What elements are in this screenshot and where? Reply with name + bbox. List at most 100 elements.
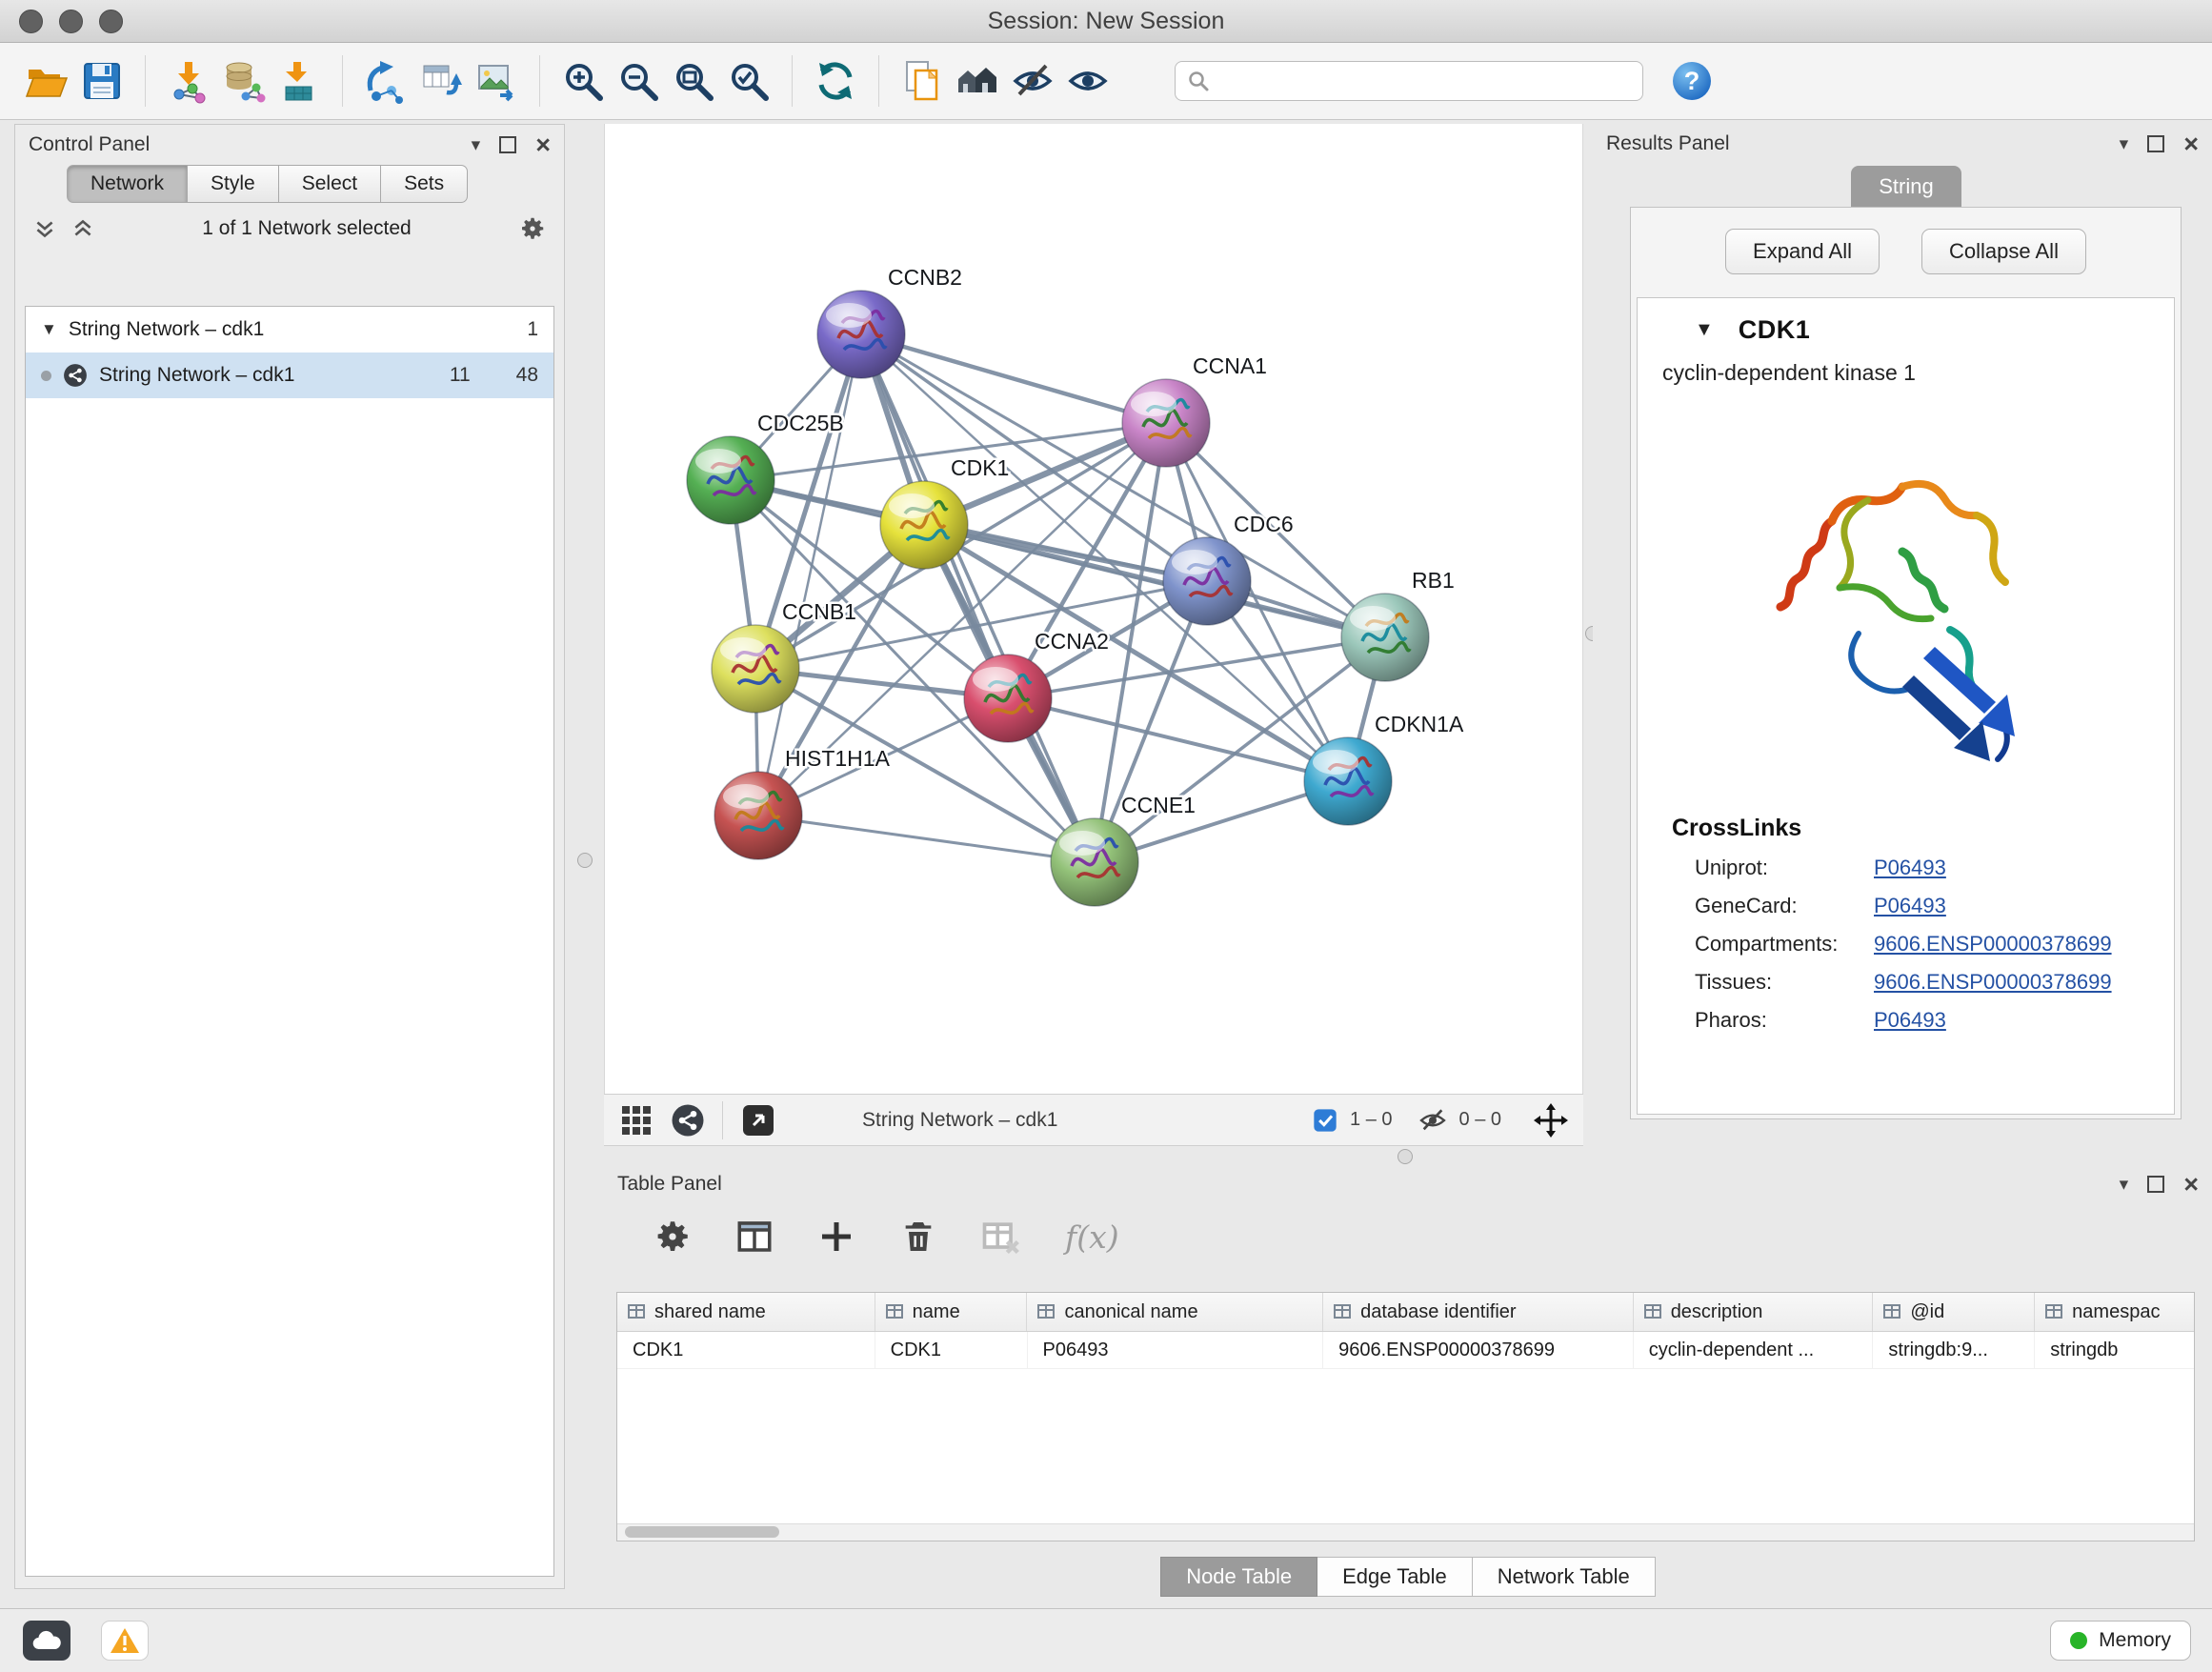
panel-close-icon[interactable]: × [535,132,551,158]
import-network-file-icon[interactable] [161,53,216,109]
import-table-icon[interactable] [271,53,327,109]
tab-network-table[interactable]: Network Table [1473,1557,1656,1597]
zoom-in-icon[interactable] [555,53,611,109]
network-node-CDKN1A[interactable] [1304,737,1392,825]
expand-all-icon[interactable] [70,216,95,241]
window-minimize-button[interactable] [59,10,83,33]
panel-menu-icon[interactable]: ▾ [472,136,481,154]
save-session-icon[interactable] [74,53,130,109]
network-share-icon[interactable] [671,1103,705,1138]
scrollbar-thumb[interactable] [625,1526,779,1538]
panel-menu-icon[interactable]: ▾ [2120,135,2129,153]
gene-name: CDK1 [1739,315,1811,345]
network-node-CDK1[interactable] [880,481,968,569]
node-label-CCNB2: CCNB2 [888,265,962,290]
panel-float-icon[interactable] [2147,1176,2164,1193]
table-settings-gear-icon[interactable] [650,1214,695,1259]
add-column-icon[interactable] [814,1214,859,1259]
search-input[interactable] [1217,70,1631,93]
grid-view-icon[interactable] [619,1103,654,1138]
network-node-CCNA2[interactable] [964,655,1052,742]
crosslink-link[interactable]: P06493 [1874,894,1946,918]
show-columns-icon[interactable] [732,1214,777,1259]
zoom-fit-icon[interactable] [666,53,721,109]
tab-select[interactable]: Select [279,165,381,203]
selected-checkbox-icon[interactable] [1312,1107,1338,1134]
horizontal-scrollbar[interactable] [617,1523,2194,1541]
search-box[interactable] [1175,61,1643,101]
gear-icon[interactable] [518,214,547,243]
column-header[interactable]: canonical name [1027,1293,1323,1331]
tab-style[interactable]: Style [188,165,279,203]
crosslink-link[interactable]: 9606.ENSP00000378699 [1874,932,2112,957]
panel-close-icon[interactable]: × [2183,1172,2199,1198]
open-session-icon[interactable] [19,53,74,109]
tree-expander-icon[interactable]: ▼ [41,320,57,339]
column-header[interactable]: namespac [2035,1293,2194,1331]
table-row[interactable]: CDK1 CDK1 P06493 9606.ENSP00000378699 cy… [617,1332,2194,1369]
network-node-RB1[interactable] [1341,594,1429,681]
column-header[interactable]: description [1634,1293,1874,1331]
column-header[interactable]: shared name [617,1293,875,1331]
export-image-icon[interactable] [469,53,524,109]
window-zoom-button[interactable] [99,10,123,33]
pan-crosshair-icon[interactable] [1534,1103,1568,1138]
cloud-button[interactable] [23,1621,70,1661]
control-panel: Control Panel ▾ × Network Style Select S… [14,124,565,1589]
node-table[interactable]: shared name name canonical name database… [616,1292,2195,1541]
warning-button[interactable] [101,1621,149,1661]
memory-label: Memory [2099,1629,2171,1652]
splitter-handle[interactable] [577,853,593,868]
tab-edge-table[interactable]: Edge Table [1317,1557,1473,1597]
network-node-CCNB2[interactable] [817,291,905,378]
network-canvas[interactable]: CCNB2CCNA1CDC25BCDK1CDC6RB1CCNB1CCNA2CDK… [604,124,1583,1094]
tab-string[interactable]: String [1851,166,1961,208]
open-in-window-icon[interactable] [740,1102,776,1138]
copy-icon[interactable] [895,53,950,109]
column-header[interactable]: @id [1873,1293,2035,1331]
tab-node-table[interactable]: Node Table [1160,1557,1317,1597]
hide-selected-icon[interactable] [1005,53,1060,109]
tab-network[interactable]: Network [67,165,188,203]
zoom-out-icon[interactable] [611,53,666,109]
node-label-CDC25B: CDC25B [757,411,844,435]
network-collection-row[interactable]: ▼ String Network – cdk1 1 [26,307,553,353]
panel-float-icon[interactable] [2147,135,2164,152]
network-row[interactable]: String Network – cdk1 11 48 [26,353,553,398]
window-close-button[interactable] [19,10,43,33]
panel-float-icon[interactable] [499,136,516,153]
refresh-icon[interactable] [808,53,863,109]
help-button[interactable]: ? [1664,53,1719,109]
crosslink-link[interactable]: P06493 [1874,856,1946,880]
gene-header-row[interactable]: ▼ CDK1 [1638,298,2174,345]
import-network-database-icon[interactable] [216,53,271,109]
delete-column-icon[interactable] [895,1214,941,1259]
network-node-CCNA1[interactable] [1122,379,1210,467]
show-all-icon[interactable] [1060,53,1116,109]
column-header[interactable]: database identifier [1323,1293,1634,1331]
expand-all-button[interactable]: Expand All [1725,229,1880,274]
hidden-eye-icon[interactable] [1418,1105,1448,1136]
clone-network-icon[interactable] [413,53,469,109]
network-node-CDC25B[interactable] [687,436,774,524]
network-node-CDC6[interactable] [1163,537,1251,625]
new-network-icon[interactable] [358,53,413,109]
crosslink-link[interactable]: P06493 [1874,1008,1946,1033]
network-node-CCNB1[interactable] [712,625,799,713]
crosslink-link[interactable]: 9606.ENSP00000378699 [1874,970,2112,995]
memory-button[interactable]: Memory [2050,1621,2191,1661]
tab-sets[interactable]: Sets [381,165,468,203]
network-graph[interactable]: CCNB2CCNA1CDC25BCDK1CDC6RB1CCNB1CCNA2CDK… [605,124,1582,1092]
collapse-all-icon[interactable] [32,216,57,241]
collapse-section-icon[interactable]: ▼ [1695,319,1714,341]
zoom-selected-icon[interactable] [721,53,776,109]
panel-close-icon[interactable]: × [2183,131,2199,157]
collapse-all-button[interactable]: Collapse All [1921,229,2086,274]
table-panel: Table Panel ▾ × f(x) shared name name ca… [604,1164,2212,1608]
splitter-handle[interactable] [1398,1149,1413,1164]
network-node-HIST1H1A[interactable] [714,772,802,859]
panel-menu-icon[interactable]: ▾ [2120,1176,2129,1194]
column-header[interactable]: name [875,1293,1028,1331]
network-node-CCNE1[interactable] [1051,818,1138,906]
first-neighbors-icon[interactable] [950,53,1005,109]
